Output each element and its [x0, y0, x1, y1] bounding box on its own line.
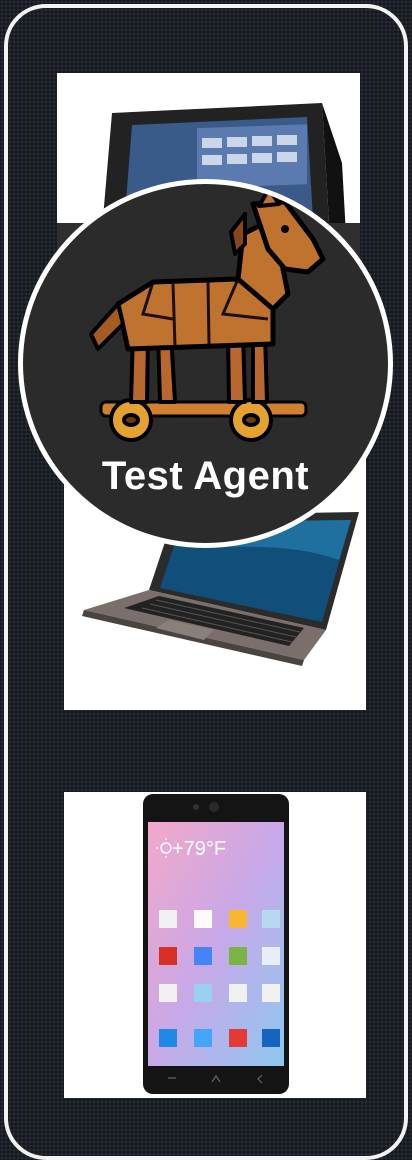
temperature-label: +79°F: [172, 838, 227, 860]
test-agent-badge: Test Agent: [18, 179, 393, 548]
test-agent-label: Test Agent: [101, 454, 310, 498]
smartphone-card: +79°F: [64, 792, 366, 1098]
